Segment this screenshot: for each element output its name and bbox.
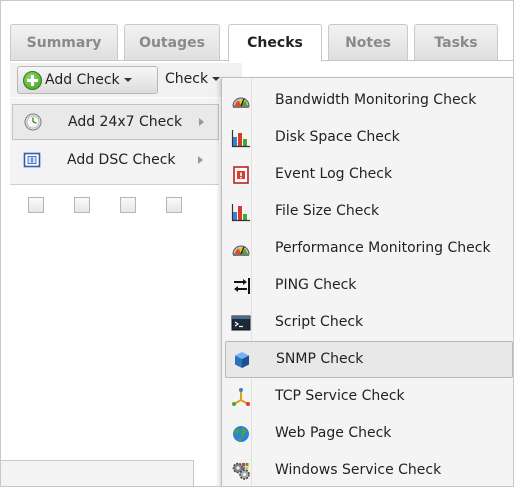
check-menu-button[interactable]: Check (165, 66, 221, 92)
menu-item-label: PING Check (275, 277, 357, 293)
add-check-label: Add Check (45, 72, 120, 88)
menu-item-label: Script Check (275, 314, 364, 330)
file-size-icon (231, 204, 250, 222)
chevron-down-icon (212, 77, 221, 81)
ping-icon (234, 278, 250, 294)
tab-label: Summary (26, 35, 102, 51)
bottom-panel (1, 460, 194, 486)
dsc-icon (23, 152, 41, 168)
menu-item-label: TCP Service Check (275, 388, 405, 404)
menu-item-snmp-check[interactable]: SNMP Check (225, 341, 513, 378)
terminal-icon (231, 315, 251, 331)
event-log-icon (233, 166, 249, 184)
submenu-item-label: Add 24x7 Check (68, 114, 183, 130)
menu-item-label: SNMP Check (276, 351, 364, 367)
tab-label: Tasks (434, 35, 478, 51)
tab-tasks[interactable]: Tasks (414, 24, 498, 61)
chevron-right-icon (199, 118, 204, 126)
menu-item-windows-service-check[interactable]: Windows Service Check (225, 453, 513, 486)
tab-outages[interactable]: Outages (124, 24, 220, 61)
menu-item-label: Disk Space Check (275, 129, 400, 145)
submenu-item-add-dsc-check[interactable]: Add DSC Check (12, 143, 217, 177)
menu-item-event-log-check[interactable]: Event Log Check (225, 157, 513, 192)
checkbox[interactable] (166, 197, 182, 213)
gauge-icon (232, 97, 250, 108)
globe-icon (233, 426, 249, 442)
submenu-item-add-24x7-check[interactable]: Add 24x7 Check (12, 104, 219, 140)
gears-icon (232, 462, 250, 480)
chevron-right-icon (198, 156, 203, 164)
tab-checks[interactable]: Checks (228, 24, 322, 62)
tab-bar: Summary Outages Checks Notes Tasks (10, 24, 513, 62)
checkbox[interactable] (28, 197, 44, 213)
menu-item-ping-check[interactable]: PING Check (225, 268, 513, 303)
menu-item-bandwidth-monitoring-check[interactable]: Bandwidth Monitoring Check (225, 83, 513, 118)
menu-item-label: Performance Monitoring Check (275, 240, 491, 256)
menu-item-label: Bandwidth Monitoring Check (275, 92, 477, 108)
menu-item-label: Web Page Check (275, 425, 392, 441)
tab-notes[interactable]: Notes (328, 24, 408, 61)
cube-icon (235, 352, 249, 368)
menu-item-web-page-check[interactable]: Web Page Check (225, 416, 513, 451)
menu-item-label: Windows Service Check (275, 462, 442, 478)
tcp-icon (232, 388, 250, 406)
menu-item-label: Event Log Check (275, 166, 393, 182)
tab-label: Checks (247, 35, 303, 51)
checkbox[interactable] (74, 197, 90, 213)
menu-item-file-size-check[interactable]: File Size Check (225, 194, 513, 229)
menu-item-tcp-service-check[interactable]: TCP Service Check (225, 379, 513, 414)
checks-panel: Summary Outages Checks Notes Tasks Add C… (0, 0, 514, 487)
submenu-item-label: Add DSC Check (67, 152, 176, 168)
disk-chart-icon (231, 130, 250, 148)
checks-toolbar: Add Check Check (10, 63, 242, 97)
add-check-button[interactable]: Add Check (17, 66, 158, 94)
checkbox-row (1, 197, 221, 213)
add-check-submenu: Add 24x7 Check Add DSC Check (10, 98, 219, 185)
gauge-icon (232, 245, 250, 256)
clock-icon (24, 113, 42, 131)
check-menu-label: Check (165, 71, 209, 87)
menu-item-performance-monitoring-check[interactable]: Performance Monitoring Check (225, 231, 513, 266)
tab-label: Outages (139, 35, 205, 51)
add-icon (23, 71, 42, 90)
tab-summary[interactable]: Summary (10, 24, 118, 61)
chevron-down-icon (123, 78, 132, 82)
check-type-menu: Bandwidth Monitoring Check Disk Space Ch… (221, 77, 513, 486)
menu-item-script-check[interactable]: Script Check (225, 305, 513, 340)
checkbox[interactable] (120, 197, 136, 213)
menu-item-disk-space-check[interactable]: Disk Space Check (225, 120, 513, 155)
tab-label: Notes (345, 35, 391, 51)
menu-item-label: File Size Check (275, 203, 380, 219)
